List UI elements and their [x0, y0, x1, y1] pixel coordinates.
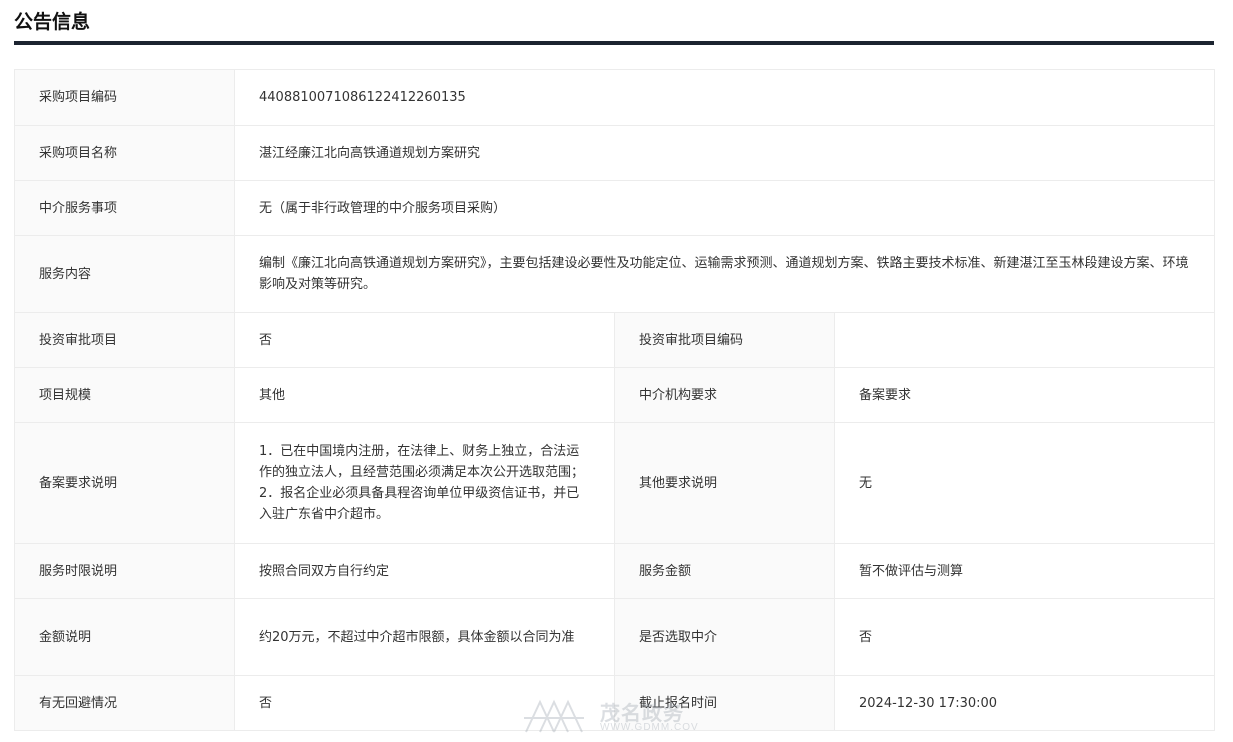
table-row: 中介服务事项 无（属于非行政管理的中介服务项目采购） — [14, 180, 1216, 236]
row-value: 否 — [234, 312, 615, 368]
row-label: 其他要求说明 — [614, 422, 835, 544]
row-value: 约20万元，不超过中介超市限额，具体金额以合同为准 — [234, 598, 615, 676]
row-value: 编制《廉江北向高铁通道规划方案研究》，主要包括建设必要性及功能定位、运输需求预测… — [233, 235, 1216, 313]
row-label: 服务金额 — [614, 543, 835, 599]
row-value: 按照合同双方自行约定 — [234, 543, 615, 599]
site-watermark: 茂名政务 WWW.GDMM.COV — [520, 694, 720, 738]
row-value: 440881007108612241226013​5 — [233, 69, 1216, 126]
row-value: 其他 — [234, 367, 615, 423]
watermark-url: WWW.GDMM.COV — [600, 722, 699, 733]
table-row: 项目规模 其他 中介机构要求 备案要求 — [14, 367, 1216, 423]
table-row: 备案要求说明 1．已在中国境内注册，在法律上、财务上独立，合法运作的独立法人，且… — [14, 422, 1216, 544]
row-value — [833, 312, 1216, 368]
announcement-info-table: 采购项目编码 440881007108612241226013​5 采购项目名称… — [14, 69, 1216, 731]
row-label: 项目规模 — [14, 367, 235, 423]
table-row: 采购项目编码 440881007108612241226013​5 — [14, 69, 1216, 126]
row-value: 否 — [833, 598, 1216, 676]
row-label: 备案要求说明 — [14, 422, 235, 544]
row-label: 采购项目编码 — [14, 69, 235, 126]
row-label: 有无回避情况 — [14, 675, 235, 731]
row-value: 备案要求 — [833, 367, 1216, 423]
row-value: 无（属于非行政管理的中介服务项目采购） — [233, 180, 1216, 236]
section-title: 公告信息 — [14, 11, 91, 33]
table-row: 采购项目名称 湛江经廉江北向高铁通道规划方案研究 — [14, 125, 1216, 181]
row-label: 是否选取中介 — [614, 598, 835, 676]
table-row: 投资审批项目 否 投资审批项目编码 — [14, 312, 1216, 368]
section-header: 公告信息 — [14, 0, 1214, 45]
row-value: 1．已在中国境内注册，在法律上、财务上独立，合法运作的独立法人，且经营范围必须满… — [234, 422, 615, 544]
row-label: 采购项目名称 — [14, 125, 235, 181]
table-row: 金额说明 约20万元，不超过中介超市限额，具体金额以合同为准 是否选取中介 否 — [14, 598, 1216, 676]
row-label: 金额说明 — [14, 598, 235, 676]
watermark-logo-icon — [524, 699, 584, 733]
row-value: 暂不做评估与测算 — [833, 543, 1216, 599]
row-value: 湛江经廉江北向高铁通道规划方案研究 — [233, 125, 1216, 181]
row-label: 中介机构要求 — [614, 367, 835, 423]
row-label: 投资审批项目编码 — [614, 312, 835, 368]
row-label: 投资审批项目 — [14, 312, 235, 368]
table-row: 服务内容 编制《廉江北向高铁通道规划方案研究》，主要包括建设必要性及功能定位、运… — [14, 235, 1216, 313]
row-value: 2024-12-30 17:30:00 — [833, 675, 1216, 731]
row-label: 服务时限说明 — [14, 543, 235, 599]
table-row: 服务时限说明 按照合同双方自行约定 服务金额 暂不做评估与测算 — [14, 543, 1216, 599]
row-label: 服务内容 — [14, 235, 235, 313]
row-value: 无 — [833, 422, 1216, 544]
row-label: 中介服务事项 — [14, 180, 235, 236]
